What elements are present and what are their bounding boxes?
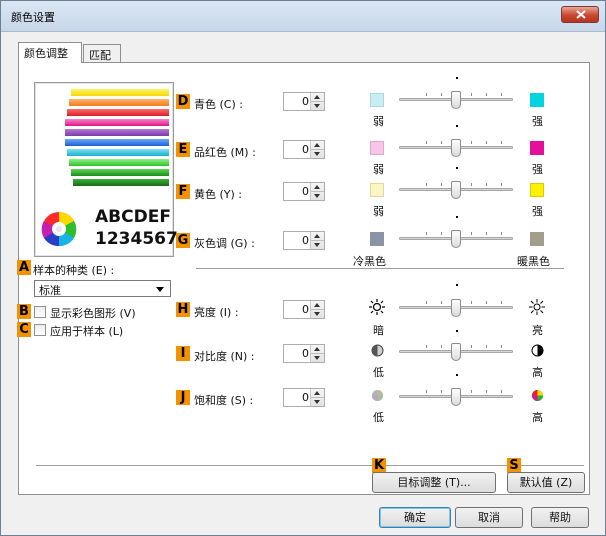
contrast-high-icon: [531, 344, 544, 357]
tab-color-adjust[interactable]: 颜色调整: [18, 42, 82, 63]
callout-f: F: [176, 184, 190, 199]
close-icon: [576, 10, 586, 19]
saturation-high-label: 高: [532, 411, 543, 424]
contrast-high-label: 高: [532, 366, 543, 379]
gray-tone-spinner[interactable]: 0: [283, 231, 325, 250]
contrast-spinner[interactable]: 0: [283, 344, 325, 363]
gray-tone-slider-thumb[interactable]: [451, 230, 461, 248]
sample-type-label: 样本的种类 (E) :: [33, 264, 115, 277]
cyan-strong-label: 强: [532, 115, 543, 128]
callout-h: H: [176, 302, 190, 317]
pencil-green: [71, 169, 169, 176]
yellow-strong-swatch: [530, 183, 544, 197]
saturation-slider-thumb[interactable]: [451, 388, 461, 406]
callout-d: D: [176, 94, 190, 109]
yellow-label: 黄色 (Y) :: [194, 188, 243, 201]
apply-to-sample-checkbox[interactable]: [34, 324, 46, 336]
pencil-purple: [65, 129, 169, 136]
dim-sun-icon: [369, 299, 385, 315]
bottom-divider: [36, 465, 584, 466]
contrast-label: 对比度 (N) :: [194, 350, 255, 363]
defaults-button[interactable]: 默认值 (Z): [507, 472, 585, 493]
callout-b: B: [17, 304, 31, 319]
show-color-graphic-checkbox[interactable]: [34, 306, 46, 318]
bright-sun-icon: [529, 299, 545, 315]
help-button[interactable]: 帮助: [531, 507, 589, 528]
sample-type-value: 标准: [39, 284, 61, 297]
pencil-yellow: [71, 89, 169, 96]
color-sample-preview: ABCDEF 1234567: [34, 82, 178, 257]
apply-to-sample-label: 应用于样本 (L): [50, 325, 124, 338]
cyan-strong-swatch: [530, 93, 544, 107]
cancel-button[interactable]: 取消: [455, 507, 523, 528]
saturation-low-icon: [372, 390, 383, 401]
title-bar: 颜色设置: [1, 1, 605, 32]
cyan-spinner[interactable]: 0: [283, 92, 325, 111]
contrast-low-icon: [371, 344, 384, 357]
saturation-spinner[interactable]: 0: [283, 388, 325, 407]
magenta-strong-label: 强: [532, 163, 543, 176]
saturation-low-label: 低: [373, 411, 384, 424]
magenta-label: 品红色 (M) :: [194, 146, 256, 159]
callout-k: K: [372, 458, 386, 473]
warm-black-label: 暖黑色: [517, 255, 550, 268]
yellow-weak-swatch: [370, 183, 384, 197]
brightness-high-label: 亮: [532, 324, 543, 337]
cyan-label: 青色 (C) :: [194, 98, 243, 111]
yellow-weak-label: 弱: [373, 205, 384, 218]
magenta-slider-thumb[interactable]: [451, 139, 461, 157]
gray-tone-label: 灰色调 (G) :: [194, 237, 255, 250]
brightness-low-label: 暗: [373, 324, 384, 337]
callout-c: C: [17, 322, 31, 337]
show-color-graphic-label: 显示彩色图形 (V): [50, 307, 136, 320]
saturation-high-icon: [532, 390, 543, 401]
yellow-strong-label: 强: [532, 205, 543, 218]
callout-g: G: [176, 233, 190, 248]
pencil-orange: [69, 99, 169, 106]
brightness-slider-thumb[interactable]: [451, 299, 461, 317]
tab-matching[interactable]: 匹配: [83, 44, 121, 62]
target-adjust-button[interactable]: 目标调整 (T)...: [372, 472, 496, 493]
window-title: 颜色设置: [11, 11, 55, 24]
close-button[interactable]: [561, 6, 599, 23]
saturation-label: 饱和度 (S) :: [194, 394, 254, 407]
magenta-strong-swatch: [530, 141, 544, 155]
callout-e: E: [176, 142, 190, 157]
brightness-spinner[interactable]: 0: [283, 300, 325, 319]
pencil-lightgreen: [69, 159, 169, 166]
pencil-blue: [65, 139, 169, 146]
chevron-down-icon: [156, 287, 164, 292]
preview-numbers: 1234567: [95, 229, 178, 249]
magenta-spinner[interactable]: 0: [283, 140, 325, 159]
cyan-weak-swatch: [370, 93, 384, 107]
ok-button[interactable]: 确定: [379, 507, 451, 528]
pencil-cyan: [67, 149, 169, 156]
callout-j: J: [176, 390, 190, 405]
brightness-label: 亮度 (I) :: [194, 306, 239, 319]
yellow-spinner[interactable]: 0: [283, 182, 325, 201]
preview-letters: ABCDEF: [95, 207, 171, 227]
warm-black-swatch: [530, 232, 544, 246]
pencil-darkgreen: [73, 179, 169, 186]
cyan-weak-label: 弱: [373, 115, 384, 128]
cyan-slider-thumb[interactable]: [451, 91, 461, 109]
pencil-magenta: [65, 119, 169, 126]
contrast-low-label: 低: [373, 366, 384, 379]
callout-a: A: [17, 260, 31, 275]
section-divider: [196, 268, 564, 269]
color-wheel-icon: [41, 212, 77, 247]
cool-black-swatch: [370, 232, 384, 246]
contrast-slider-thumb[interactable]: [451, 343, 461, 361]
magenta-weak-label: 弱: [373, 163, 384, 176]
cool-black-label: 冷黑色: [353, 255, 386, 268]
yellow-slider-thumb[interactable]: [451, 181, 461, 199]
callout-s: S: [507, 458, 521, 473]
sample-type-select[interactable]: 标准: [34, 280, 171, 297]
pencil-red: [67, 109, 169, 116]
magenta-weak-swatch: [370, 141, 384, 155]
callout-i: I: [176, 346, 190, 361]
